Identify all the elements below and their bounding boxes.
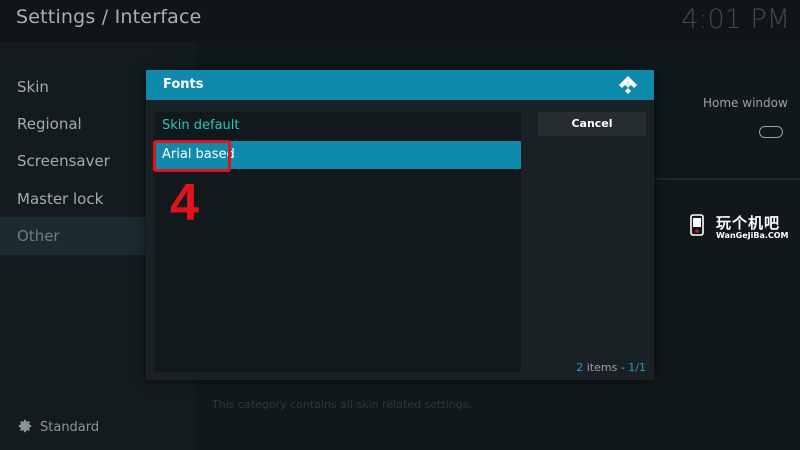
dialog-title: Fonts [163, 77, 204, 92]
home-window-label: Home window [703, 96, 788, 110]
fonts-dialog: Fonts Skin default Arial based Cancel 2 … [146, 70, 654, 380]
kodi-logo-icon [619, 76, 637, 94]
item-count: 2 items - 1/1 [576, 361, 646, 374]
clock: 4:01 PM [681, 4, 790, 35]
watermark-en: WanGeJiBa.COM [716, 231, 789, 240]
page-title: Settings / Interface [16, 6, 202, 28]
category-description: This category contains all skin related … [212, 398, 472, 411]
top-bar: Settings / Interface 4:01 PM [0, 0, 800, 42]
annotation-step-number: 4 [170, 174, 199, 232]
settings-level-button[interactable]: Standard [17, 418, 99, 435]
item-count-text: items - [583, 361, 629, 374]
watermark-logo-icon [690, 214, 704, 236]
dialog-actions: Cancel [528, 112, 646, 372]
annotation-highlight-box [153, 140, 231, 172]
watermark: 玩个机吧 WanGeJiBa.COM [690, 212, 792, 242]
gear-icon [18, 419, 32, 433]
dialog-header: Fonts [146, 70, 654, 100]
watermark-cn: 玩个机吧 [716, 214, 781, 232]
settings-level-label: Standard [40, 420, 100, 435]
cancel-button[interactable]: Cancel [538, 112, 646, 136]
home-window-toggle[interactable] [759, 126, 783, 138]
list-item-skin-default[interactable]: Skin default [154, 112, 521, 140]
panel-divider [654, 178, 800, 180]
page-indicator: 1/1 [628, 361, 646, 374]
